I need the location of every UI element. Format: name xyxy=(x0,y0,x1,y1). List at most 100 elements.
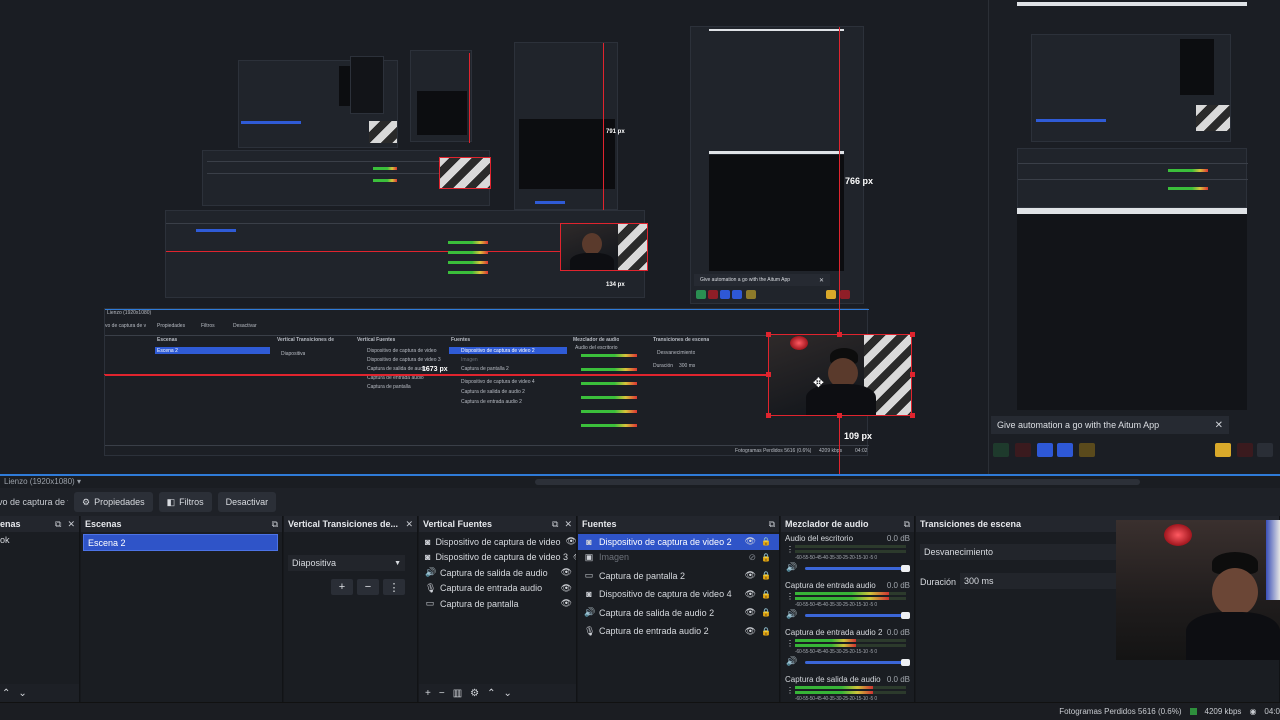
remove-transition-button[interactable]: − xyxy=(357,579,379,595)
speaker-icon: 🔊 xyxy=(584,607,596,618)
source-item[interactable]: ▭ Captura de pantalla 2 👁 🔒 xyxy=(578,568,779,584)
nested-preview-7 xyxy=(690,26,864,305)
move-up-icon[interactable]: ⌃ xyxy=(487,688,495,699)
add-transition-button[interactable]: + xyxy=(331,579,353,595)
list-item[interactable]: ok xyxy=(0,535,10,545)
check-icon[interactable] xyxy=(1037,443,1053,457)
volume-slider-handle[interactable] xyxy=(901,612,910,619)
filters-button[interactable]: ◧ Filtros xyxy=(158,492,212,512)
refresh-icon[interactable] xyxy=(1057,443,1073,457)
move-down-icon[interactable]: ⌄ xyxy=(504,688,512,699)
remove-source-button[interactable]: − xyxy=(439,688,445,699)
scene-item-escena-2[interactable]: Escena 2 xyxy=(83,534,278,551)
source-item[interactable]: ◙ Dispositivo de captura de video 4 👁 🔒 xyxy=(578,587,779,603)
list-item[interactable]: ▭ Captura de pantalla 👁 xyxy=(419,596,576,612)
filter-icon: ◧ xyxy=(166,496,176,507)
source-item[interactable]: 🎙 Captura de entrada audio 2 👁 🔒 xyxy=(578,624,779,640)
eye-icon[interactable]: 👁 xyxy=(745,536,756,547)
camera-icon: ◙ xyxy=(586,536,592,547)
source-item[interactable]: 🔊 Captura de salida de audio 2 👁 🔒 xyxy=(578,605,779,621)
guide-line-top xyxy=(839,305,840,334)
stack-icon[interactable] xyxy=(1079,443,1095,457)
filter-icon[interactable]: ▥ xyxy=(453,688,462,699)
lock-icon[interactable]: 🔒 xyxy=(761,537,771,546)
dock-float-icon[interactable]: ⧉ xyxy=(904,519,910,530)
volume-slider-handle[interactable] xyxy=(901,565,910,572)
transition-select[interactable]: Diapositiva ▼ xyxy=(288,555,405,571)
eye-off-icon[interactable]: ⊘ xyxy=(748,552,756,563)
add-source-button[interactable]: + xyxy=(425,688,431,699)
volume-slider[interactable] xyxy=(805,567,906,570)
eye-icon[interactable]: 👁 xyxy=(561,598,572,609)
deactivate-button[interactable]: Desactivar xyxy=(217,492,277,512)
gear-icon: ⚙ xyxy=(82,496,91,507)
channel-menu-icon[interactable]: ⋮ xyxy=(786,592,794,601)
dock-float-icon[interactable]: ⧉ xyxy=(552,519,558,530)
channel-menu-icon[interactable]: ⋮ xyxy=(786,545,794,554)
lock-icon[interactable]: 🔒 xyxy=(761,627,771,636)
nested-toast: Give automation a go with the Aitum App ✕ xyxy=(694,274,830,286)
dock-float-icon[interactable]: ⧉ xyxy=(272,519,278,530)
canvas-size-label[interactable]: Lienzo (1920x1080) ▾ xyxy=(4,477,81,486)
image-icon: ▣ xyxy=(584,551,594,562)
volume-slider-handle[interactable] xyxy=(901,659,910,666)
eye-icon[interactable]: 👁 xyxy=(561,583,572,594)
nested-obs-1: Lienzo (1920x1080) vo de captura de v Pr… xyxy=(104,308,869,456)
source-item[interactable]: ◙ Dispositivo de captura de video 2 👁 🔒 xyxy=(578,534,779,550)
speaker-icon[interactable]: 🔊 xyxy=(786,656,797,667)
move-up-icon[interactable]: ⌃ xyxy=(2,688,10,699)
heart-icon[interactable] xyxy=(1237,443,1253,457)
lock-icon[interactable]: 🔒 xyxy=(761,608,771,617)
preview-canvas[interactable]: 791 px 134 px Give automation a go with … xyxy=(0,0,1280,474)
px-label-1673: 1673 px xyxy=(422,366,448,373)
close-icon[interactable]: ✕ xyxy=(1215,420,1223,431)
dock-float-icon[interactable]: ⧉ xyxy=(769,519,775,530)
settings-icon[interactable] xyxy=(1215,443,1231,457)
speaker-icon[interactable]: 🔊 xyxy=(786,562,797,573)
transition-menu-button[interactable]: ⋮ xyxy=(383,579,405,595)
dock-close-icon[interactable]: ✕ xyxy=(67,519,75,530)
source-item[interactable]: ▣ Imagen ⊘ 🔒 xyxy=(578,550,779,566)
eye-icon[interactable]: 👁 xyxy=(745,607,756,618)
aitum-toast[interactable]: Give automation a go with the Aitum App … xyxy=(991,416,1229,434)
mixer-channel: Captura de salida de audio 0.0 dB ⋮ -60-55-… xyxy=(781,673,914,702)
properties-button[interactable]: ⚙ Propiedades xyxy=(74,492,153,512)
list-item[interactable]: ◙Dispositivo de captura de video 3👁 xyxy=(419,550,576,566)
eye-icon[interactable]: 👁 xyxy=(745,570,756,581)
lock-icon[interactable]: 🔒 xyxy=(761,553,771,562)
dock-float-icon[interactable]: ⧉ xyxy=(55,519,61,530)
channel-menu-icon[interactable]: ⋮ xyxy=(786,639,794,648)
channel-menu-icon[interactable]: ⋮ xyxy=(786,686,794,695)
dock-close-icon[interactable]: ✕ xyxy=(564,519,572,530)
eye-icon[interactable]: 👁 xyxy=(573,552,576,563)
gear-icon[interactable]: ⚙ xyxy=(470,688,479,699)
volume-slider[interactable] xyxy=(805,614,906,617)
dock-sources: Fuentes ⧉ ◙ Dispositivo de captura de vid… xyxy=(578,516,780,702)
nested-right-panel: Give automation a go with the Aitum App … xyxy=(988,0,1280,474)
dock-close-icon[interactable]: ✕ xyxy=(405,519,413,530)
eye-icon[interactable]: 👁 xyxy=(566,536,576,547)
list-item[interactable]: ◙ Dispositivo de captura de video 👁 xyxy=(419,534,576,550)
list-item[interactable]: 🔊 Captura de salida de audio 👁 xyxy=(419,565,576,581)
volume-slider[interactable] xyxy=(805,661,906,664)
horizontal-scrollbar[interactable] xyxy=(535,479,1140,485)
eye-icon[interactable]: 👁 xyxy=(745,626,756,637)
list-item[interactable]: 🎙 Captura de entrada audio 👁 xyxy=(419,581,576,597)
move-down-icon[interactable]: ⌄ xyxy=(18,688,26,699)
lock-icon[interactable]: 🔒 xyxy=(761,571,771,580)
duration-field[interactable]: 300 ms xyxy=(960,573,1120,589)
scene-transition-select[interactable]: Desvanecimiento xyxy=(920,544,1120,560)
chart-icon[interactable] xyxy=(993,443,1009,457)
mixer-channel-db: 0.0 dB xyxy=(886,534,910,543)
speaker-icon[interactable]: 🔊 xyxy=(786,609,797,620)
eye-icon[interactable]: 👁 xyxy=(745,589,756,600)
arrow-icon[interactable] xyxy=(1257,443,1273,457)
camera-icon: ◙ xyxy=(425,552,431,563)
move-cursor-icon: ✥ xyxy=(813,375,824,390)
selection-box[interactable] xyxy=(768,334,912,416)
px-label-109: 109 px xyxy=(844,431,873,441)
eye-icon[interactable]: 👁 xyxy=(561,567,572,578)
record-icon[interactable] xyxy=(1015,443,1031,457)
dock-title: Escenas xyxy=(85,519,122,529)
lock-icon[interactable]: 🔒 xyxy=(761,590,771,599)
